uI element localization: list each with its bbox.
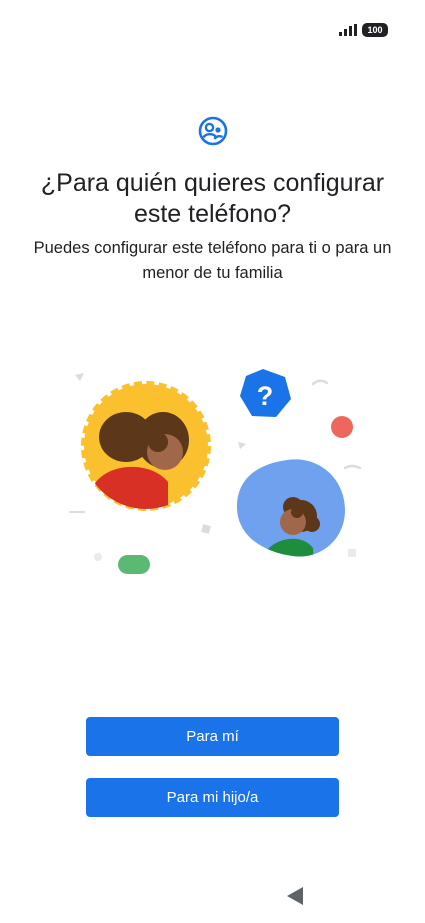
page-subtitle: Puedes configurar este teléfono para ti … xyxy=(33,239,392,282)
parent-avatar xyxy=(81,381,211,511)
coral-dot xyxy=(331,416,353,438)
status-bar: 100 xyxy=(0,0,425,60)
page-title: ¿Para quién quieres configurar este telé… xyxy=(40,169,385,228)
cellular-signal-icon xyxy=(339,24,357,36)
for-me-button[interactable]: Para mí xyxy=(86,717,339,756)
battery-indicator: 100 xyxy=(362,23,388,37)
confetti-shape xyxy=(75,373,84,381)
child-avatar xyxy=(237,459,345,557)
family-illustration: ? xyxy=(69,369,362,574)
confetti-shape xyxy=(201,524,211,534)
confetti-shape xyxy=(118,555,150,574)
confetti-shape xyxy=(348,549,356,557)
for-my-child-button[interactable]: Para mi hijo/a xyxy=(86,778,339,817)
back-triangle-icon[interactable] xyxy=(286,886,304,906)
confetti-shape xyxy=(311,379,329,386)
confetti-shape xyxy=(238,442,246,449)
question-mark: ? xyxy=(257,381,274,411)
confetti-shape xyxy=(94,553,102,561)
confetti-shape xyxy=(343,464,362,470)
family-profile-icon xyxy=(198,116,228,146)
